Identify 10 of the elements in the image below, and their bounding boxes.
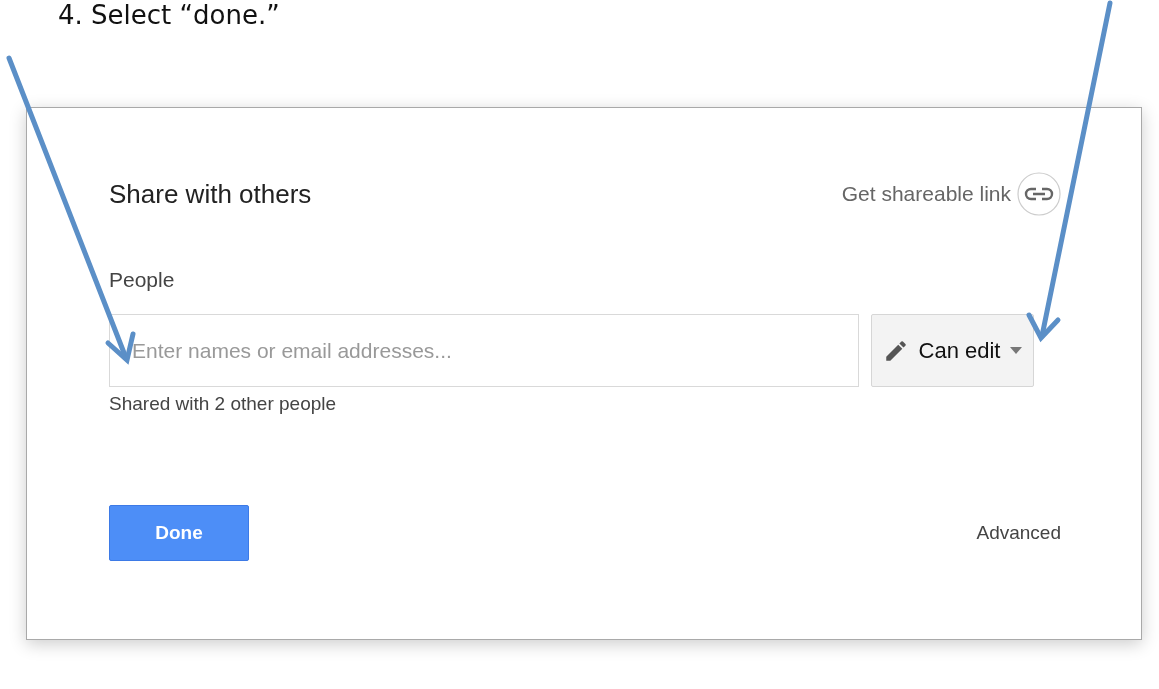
people-label: People <box>109 268 176 292</box>
link-icon[interactable] <box>1017 172 1061 216</box>
shared-note: Shared with 2 other people <box>109 393 338 415</box>
instruction-text: 4. Select “done.” <box>58 0 280 30</box>
dialog-title: Share with others <box>109 178 312 210</box>
advanced-link[interactable]: Advanced <box>976 522 1061 544</box>
shareable-link-text[interactable]: Get shareable link <box>841 182 1011 206</box>
caret-icon <box>1010 347 1023 354</box>
permission-dropdown[interactable]: Can edit <box>871 314 1034 387</box>
people-input-field[interactable]: Enter names or email addresses... <box>109 314 859 387</box>
